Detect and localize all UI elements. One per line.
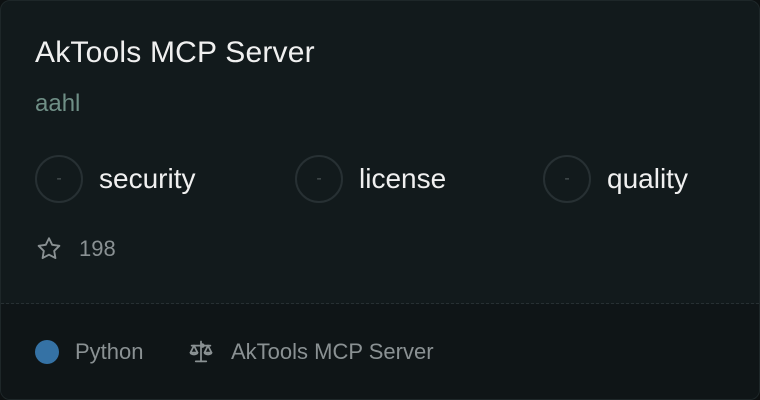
star-icon	[35, 235, 63, 263]
stars-count: 198	[79, 236, 116, 261]
server-title[interactable]: AkTools MCP Server	[35, 35, 315, 71]
quality-score: -	[543, 155, 591, 203]
card-footer: Python AkTools MCP Server	[1, 304, 759, 399]
scale-icon	[187, 338, 215, 366]
security-score: -	[35, 155, 83, 203]
security-badge[interactable]: - security	[35, 155, 195, 203]
card-body: AkTools MCP Server aahl - security - lic…	[1, 1, 759, 303]
quality-label: quality	[607, 163, 688, 194]
author-name[interactable]: aahl	[35, 89, 80, 119]
server-card[interactable]: AkTools MCP Server aahl - security - lic…	[0, 0, 760, 400]
security-label: security	[99, 163, 196, 194]
quality-badge[interactable]: - quality	[543, 155, 688, 203]
license-text: AkTools MCP Server	[231, 339, 434, 364]
language-label: Python	[75, 339, 144, 364]
license-score: -	[295, 155, 343, 203]
license-label: license	[359, 163, 447, 194]
stars[interactable]: 198	[35, 233, 116, 265]
language-dot	[35, 340, 59, 364]
license-info: AkTools MCP Server	[187, 339, 434, 365]
license-badge[interactable]: - license	[295, 155, 446, 203]
language: Python	[35, 339, 144, 365]
